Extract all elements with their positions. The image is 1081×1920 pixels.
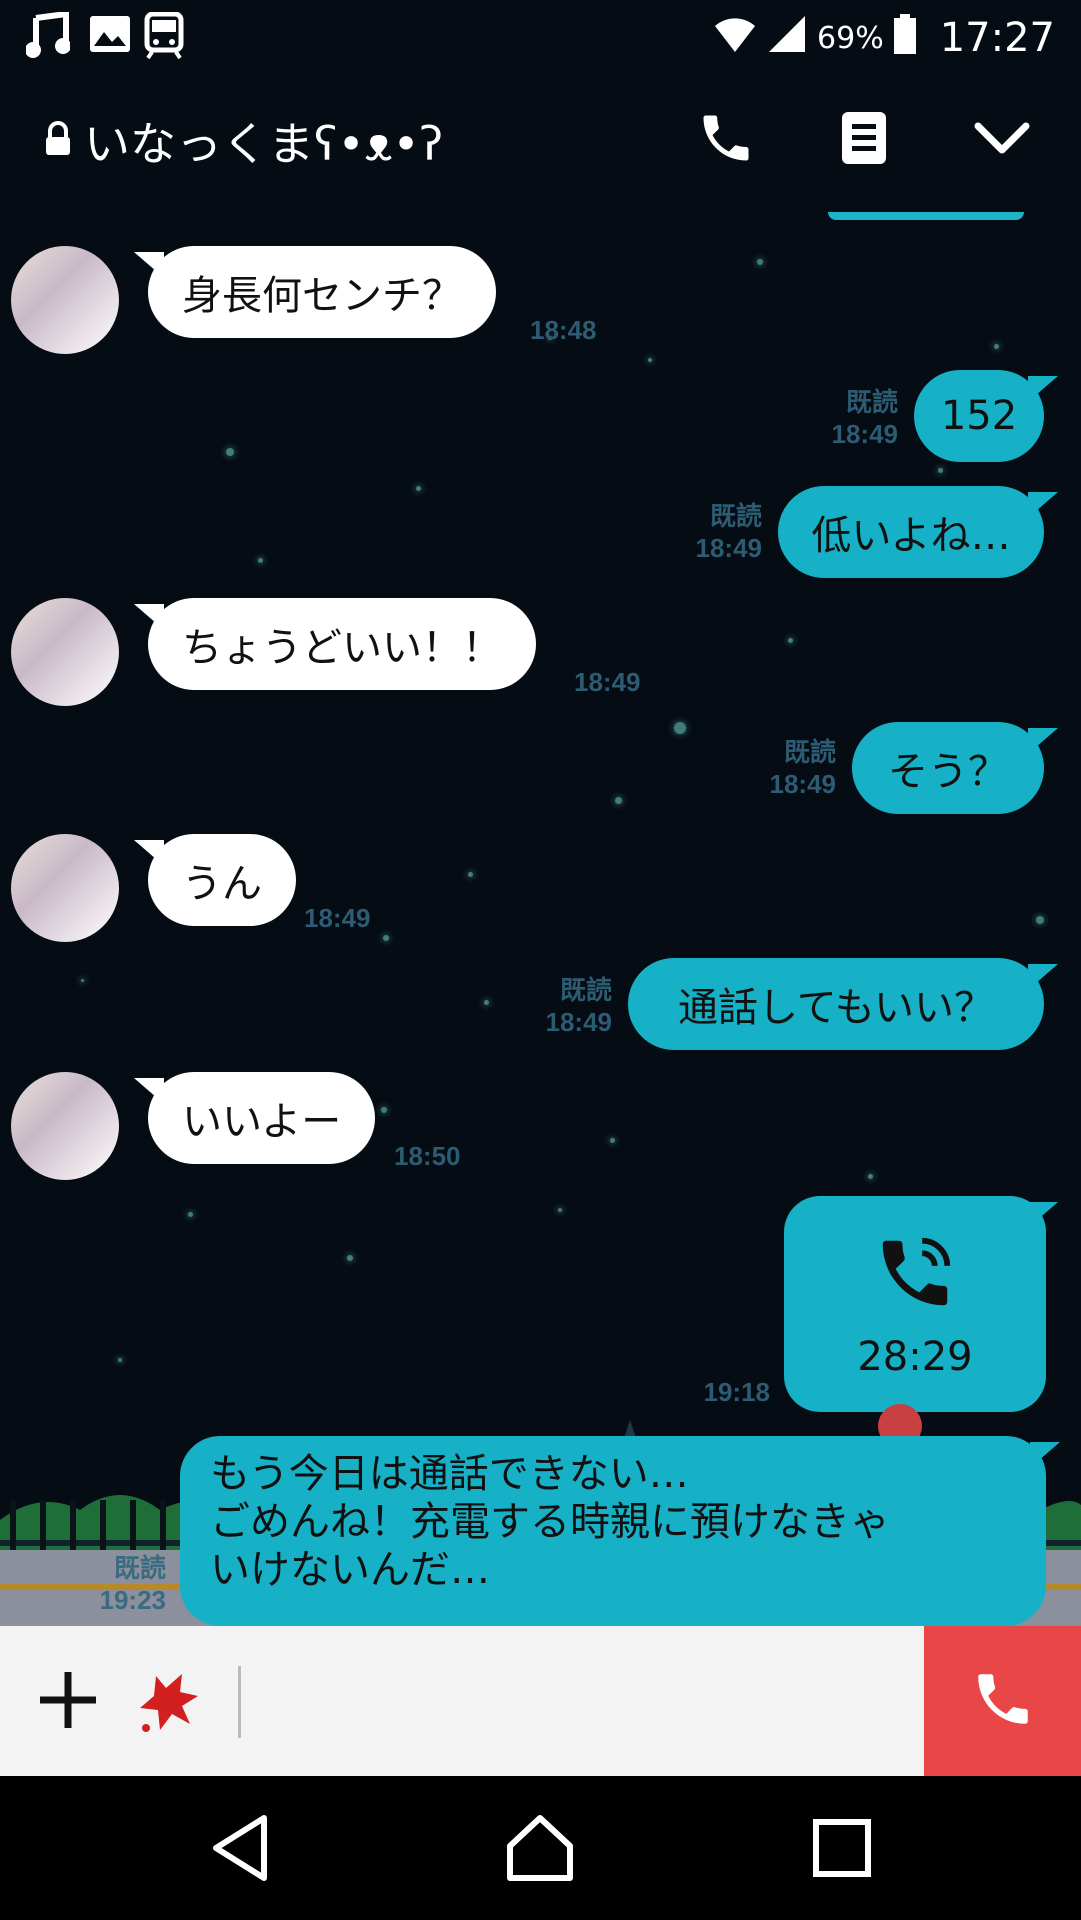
message-time: 18:48 (530, 315, 597, 345)
header-underline (828, 212, 1024, 220)
chat-title-wrap[interactable]: いなっくまʕ•ᴥ•ʔ (44, 108, 443, 174)
star (381, 1107, 387, 1113)
message-bubble[interactable]: そう？ (852, 722, 1044, 814)
read-receipt: 既読 18:49 (769, 737, 837, 799)
plus-icon[interactable] (36, 1668, 100, 1736)
message-line: もう今日は通話できない… (210, 1451, 689, 1497)
message-text: うん (182, 861, 262, 907)
avatar[interactable] (11, 834, 119, 942)
call-duration: 28:29 (857, 1334, 973, 1380)
star (609, 1137, 615, 1143)
read-receipt: 既読 18:49 (695, 501, 763, 563)
lock-icon (44, 121, 72, 161)
message-text: ちょうどいい！！ (182, 625, 502, 671)
message-bubble[interactable]: いいよー (148, 1072, 376, 1164)
message-line: いけないんだ… (210, 1547, 490, 1593)
message-text: そう？ (888, 749, 1008, 795)
avatar[interactable] (11, 598, 119, 706)
wifi-icon (713, 14, 757, 63)
music-icon (25, 10, 71, 64)
image-icon (88, 12, 132, 60)
message-text: いいよー (182, 1099, 342, 1145)
message-time: 18:49 (574, 667, 641, 697)
recents-icon[interactable] (804, 1810, 880, 1886)
star (187, 1211, 193, 1217)
message-text: 身長何センチ？ (182, 273, 462, 319)
message-line: ごめんね！充電する時親に預けなきゃ (210, 1499, 890, 1545)
call-log-bubble[interactable]: 28:29 (784, 1196, 1046, 1412)
message-bubble[interactable]: 低いよね… (778, 486, 1044, 578)
star (937, 467, 943, 473)
star (558, 1208, 562, 1212)
chat-screen: 69% 17:27 いなっくまʕ•ᴥ•ʔ 身長何センチ？ 18:48 152 既… (0, 0, 1081, 1920)
navigation-bar (0, 1776, 1081, 1920)
star (993, 343, 999, 349)
phone-end-icon (970, 1666, 1036, 1736)
home-icon[interactable] (502, 1810, 578, 1886)
message-text: 低いよね… (811, 513, 1011, 559)
avatar[interactable] (11, 246, 119, 354)
star (757, 259, 763, 265)
message-bubble[interactable]: 身長何センチ？ (148, 246, 496, 338)
read-receipt: 既読 18:49 (831, 387, 899, 449)
star (226, 448, 234, 456)
notes-icon (840, 110, 888, 170)
chevron-down-icon (972, 118, 1032, 162)
clock: 17:27 (939, 15, 1055, 61)
message-bubble[interactable]: 通話してもいい？ (628, 958, 1044, 1050)
star (1036, 916, 1044, 924)
star (483, 999, 489, 1005)
battery-icon (893, 13, 916, 63)
chat-title: いなっくまʕ•ᴥ•ʔ (84, 117, 444, 171)
avatar[interactable] (11, 1072, 119, 1180)
sticker-icon[interactable] (136, 1670, 202, 1740)
message-bubble[interactable]: もう今日は通話できない… ごめんね！充電する時親に預けなきゃ いけないんだ… (180, 1436, 1046, 1626)
star (383, 935, 389, 941)
message-text: 通話してもいい？ (678, 985, 994, 1031)
status-right: 69% 17:27 (713, 10, 1055, 66)
chat-header: いなっくまʕ•ᴥ•ʔ (0, 78, 1081, 220)
star (614, 796, 622, 804)
train-icon (144, 11, 184, 64)
signal-icon (767, 14, 807, 63)
call-button[interactable] (924, 1626, 1081, 1776)
star (787, 637, 793, 643)
call-icon (872, 1230, 958, 1320)
star (674, 722, 686, 734)
battery-percent: 69% (817, 20, 884, 56)
star (467, 871, 473, 877)
read-receipt: 既読 19:23 (99, 1553, 167, 1615)
star (415, 485, 421, 491)
message-bubble[interactable]: うん (148, 834, 296, 926)
phone-icon (696, 108, 756, 172)
message-input[interactable] (250, 1646, 910, 1756)
notes-button[interactable] (828, 104, 900, 176)
back-icon[interactable] (204, 1810, 280, 1886)
star (80, 978, 84, 982)
star (118, 1358, 122, 1362)
message-time: 18:49 (304, 903, 371, 933)
star (347, 1255, 353, 1261)
message-bubble[interactable]: 152 (914, 370, 1044, 462)
message-text: 152 (940, 393, 1018, 439)
voice-call-button[interactable] (690, 104, 762, 176)
star (648, 358, 652, 362)
input-bar (0, 1626, 1081, 1776)
star (257, 557, 263, 563)
menu-toggle-button[interactable] (966, 104, 1038, 176)
message-time: 18:50 (394, 1141, 461, 1171)
read-receipt: 既読 18:49 (545, 975, 613, 1037)
message-bubble[interactable]: ちょうどいい！！ (148, 598, 536, 690)
input-divider (238, 1666, 241, 1738)
star (867, 1173, 873, 1179)
status-bar: 69% 17:27 (0, 0, 1081, 78)
